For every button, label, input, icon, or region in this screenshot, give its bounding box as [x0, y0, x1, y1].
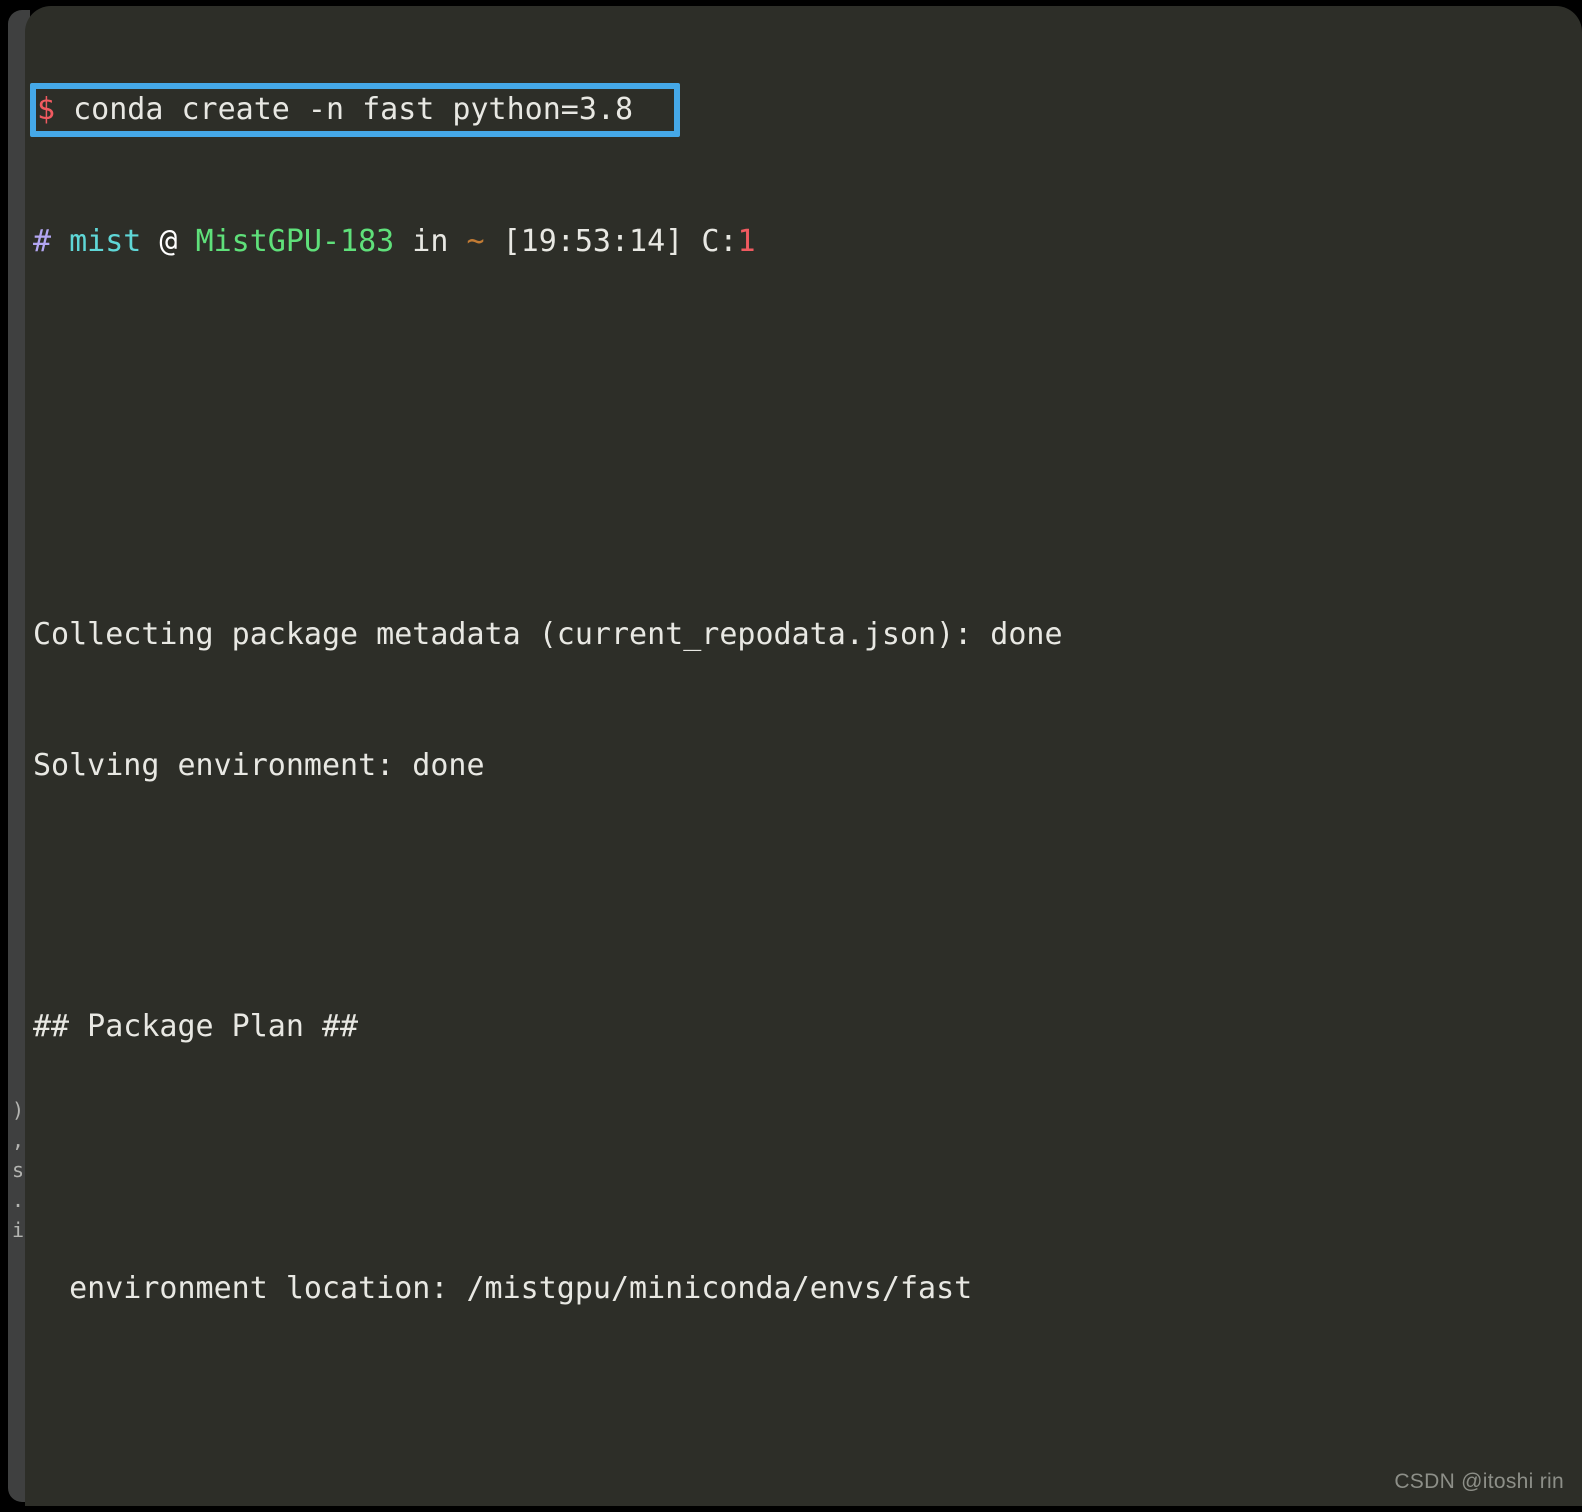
prompt-space1	[51, 224, 69, 259]
prompt-user: mist	[69, 224, 142, 260]
terminal-window[interactable]: # mist @ MistGPU-183 in ~ [19:53:14] C:1…	[25, 6, 1582, 1506]
prompt-host: MistGPU-183	[195, 224, 395, 260]
blank-3	[25, 1397, 1582, 1441]
prompt-status-label: C:	[701, 224, 738, 260]
output-env-location: environment location: /mistgpu/miniconda…	[33, 1270, 973, 1306]
output-plan-header: ## Package Plan ##	[33, 1009, 359, 1045]
prompt-in: in	[394, 224, 467, 260]
prompt-hash: #	[33, 224, 52, 260]
command-sigil: $	[37, 92, 56, 127]
prompt-line: # mist @ MistGPU-183 in ~ [19:53:14] C:1	[25, 220, 1582, 264]
command-line[interactable]: $ conda create -n fast python=3.8	[37, 88, 633, 132]
prompt-time: [19:53:14]	[484, 224, 702, 260]
prompt-status-value: 1	[737, 224, 756, 260]
terminal-output[interactable]: # mist @ MistGPU-183 in ~ [19:53:14] C:1…	[25, 6, 1582, 1506]
screen: ),s.il # mist @ MistGPU-183 in ~ [19:53:…	[0, 0, 1582, 1512]
prompt-at: @	[141, 224, 196, 260]
command-line-spacer	[25, 438, 1582, 482]
prompt-path: ~	[466, 224, 485, 260]
watermark: CSDN @itoshi rin	[1394, 1470, 1564, 1493]
command-text: conda create -n fast python=3.8	[55, 92, 634, 127]
output-collecting: Collecting package metadata (current_rep…	[33, 616, 1063, 652]
blank-2	[25, 1136, 1582, 1180]
output-solving: Solving environment: done	[33, 747, 485, 783]
blank-1	[25, 874, 1582, 918]
